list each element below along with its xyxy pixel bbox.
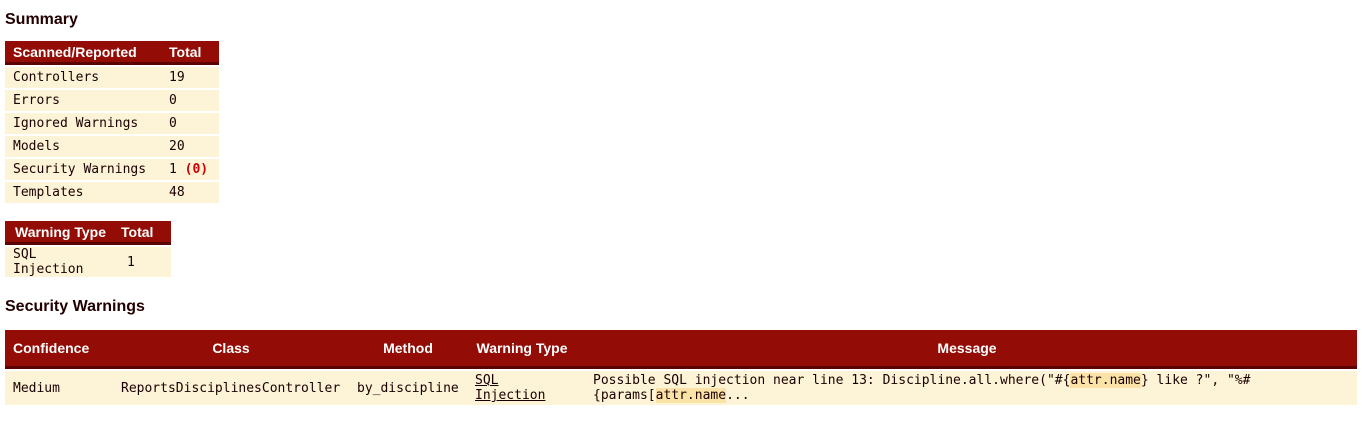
table-header-row: Warning Type Total bbox=[5, 221, 171, 245]
table-row: Controllers 19 bbox=[5, 67, 219, 88]
column-header-scanned-reported: Scanned/Reported bbox=[5, 41, 161, 65]
message-cell[interactable]: Possible SQL injection near line 13: Dis… bbox=[577, 371, 1357, 405]
table-header-row: Scanned/Reported Total bbox=[5, 41, 219, 65]
table-row: Ignored Warnings 0 bbox=[5, 113, 219, 134]
table-row: SQL Injection 1 bbox=[5, 247, 171, 277]
confidence-cell: Medium bbox=[5, 371, 113, 405]
row-label: Ignored Warnings bbox=[5, 113, 161, 134]
row-value: 20 bbox=[161, 136, 219, 157]
column-header-warning-type: Warning Type bbox=[467, 330, 577, 369]
column-header-message: Message bbox=[577, 330, 1357, 369]
row-label: Templates bbox=[5, 182, 161, 203]
message-prefix: Possible SQL injection near line 13: Dis… bbox=[593, 373, 1071, 388]
ignored-count: (0) bbox=[184, 162, 209, 177]
table-row: Templates 48 bbox=[5, 182, 219, 203]
table-header-row: Confidence Class Method Warning Type Mes… bbox=[5, 330, 1357, 369]
table-row: Models 20 bbox=[5, 136, 219, 157]
row-label: Errors bbox=[5, 90, 161, 111]
column-header-confidence: Confidence bbox=[5, 330, 113, 369]
row-value: 48 bbox=[161, 182, 219, 203]
class-cell: ReportsDisciplinesController bbox=[113, 371, 349, 405]
column-header-total: Total bbox=[161, 41, 219, 65]
security-warnings-heading: Security Warnings bbox=[5, 298, 145, 315]
summary-heading: Summary bbox=[5, 11, 78, 28]
column-header-warning-type: Warning Type bbox=[5, 221, 121, 245]
row-label: SQL Injection bbox=[5, 247, 121, 277]
security-warnings-count: 1 bbox=[169, 162, 177, 177]
column-header-class: Class bbox=[113, 330, 349, 369]
warning-type-link[interactable]: SQL Injection bbox=[475, 373, 545, 403]
security-warnings-table: Confidence Class Method Warning Type Mes… bbox=[5, 328, 1357, 407]
message-suffix: ... bbox=[726, 388, 750, 403]
row-value: 0 bbox=[161, 113, 219, 134]
row-label: Controllers bbox=[5, 67, 161, 88]
row-value-security-warnings: 1 (0) bbox=[161, 159, 219, 180]
column-header-total: Total bbox=[121, 221, 171, 245]
row-value: 19 bbox=[161, 67, 219, 88]
row-value: 1 bbox=[121, 247, 171, 277]
table-row: Security Warnings 1 (0) bbox=[5, 159, 219, 180]
column-header-method: Method bbox=[349, 330, 467, 369]
warning-type-cell: SQL Injection bbox=[467, 371, 577, 405]
warning-type-table: Warning Type Total SQL Injection 1 bbox=[5, 219, 171, 279]
row-label: Security Warnings bbox=[5, 159, 161, 180]
table-row: Errors 0 bbox=[5, 90, 219, 111]
message-highlight: attr.name bbox=[655, 388, 727, 403]
method-cell: by_discipline bbox=[349, 371, 467, 405]
row-value: 0 bbox=[161, 90, 219, 111]
row-label: Models bbox=[5, 136, 161, 157]
scanned-reported-table: Scanned/Reported Total Controllers 19 Er… bbox=[5, 39, 219, 205]
message-highlight: attr.name bbox=[1070, 373, 1141, 388]
table-row: Medium ReportsDisciplinesController by_d… bbox=[5, 371, 1357, 405]
